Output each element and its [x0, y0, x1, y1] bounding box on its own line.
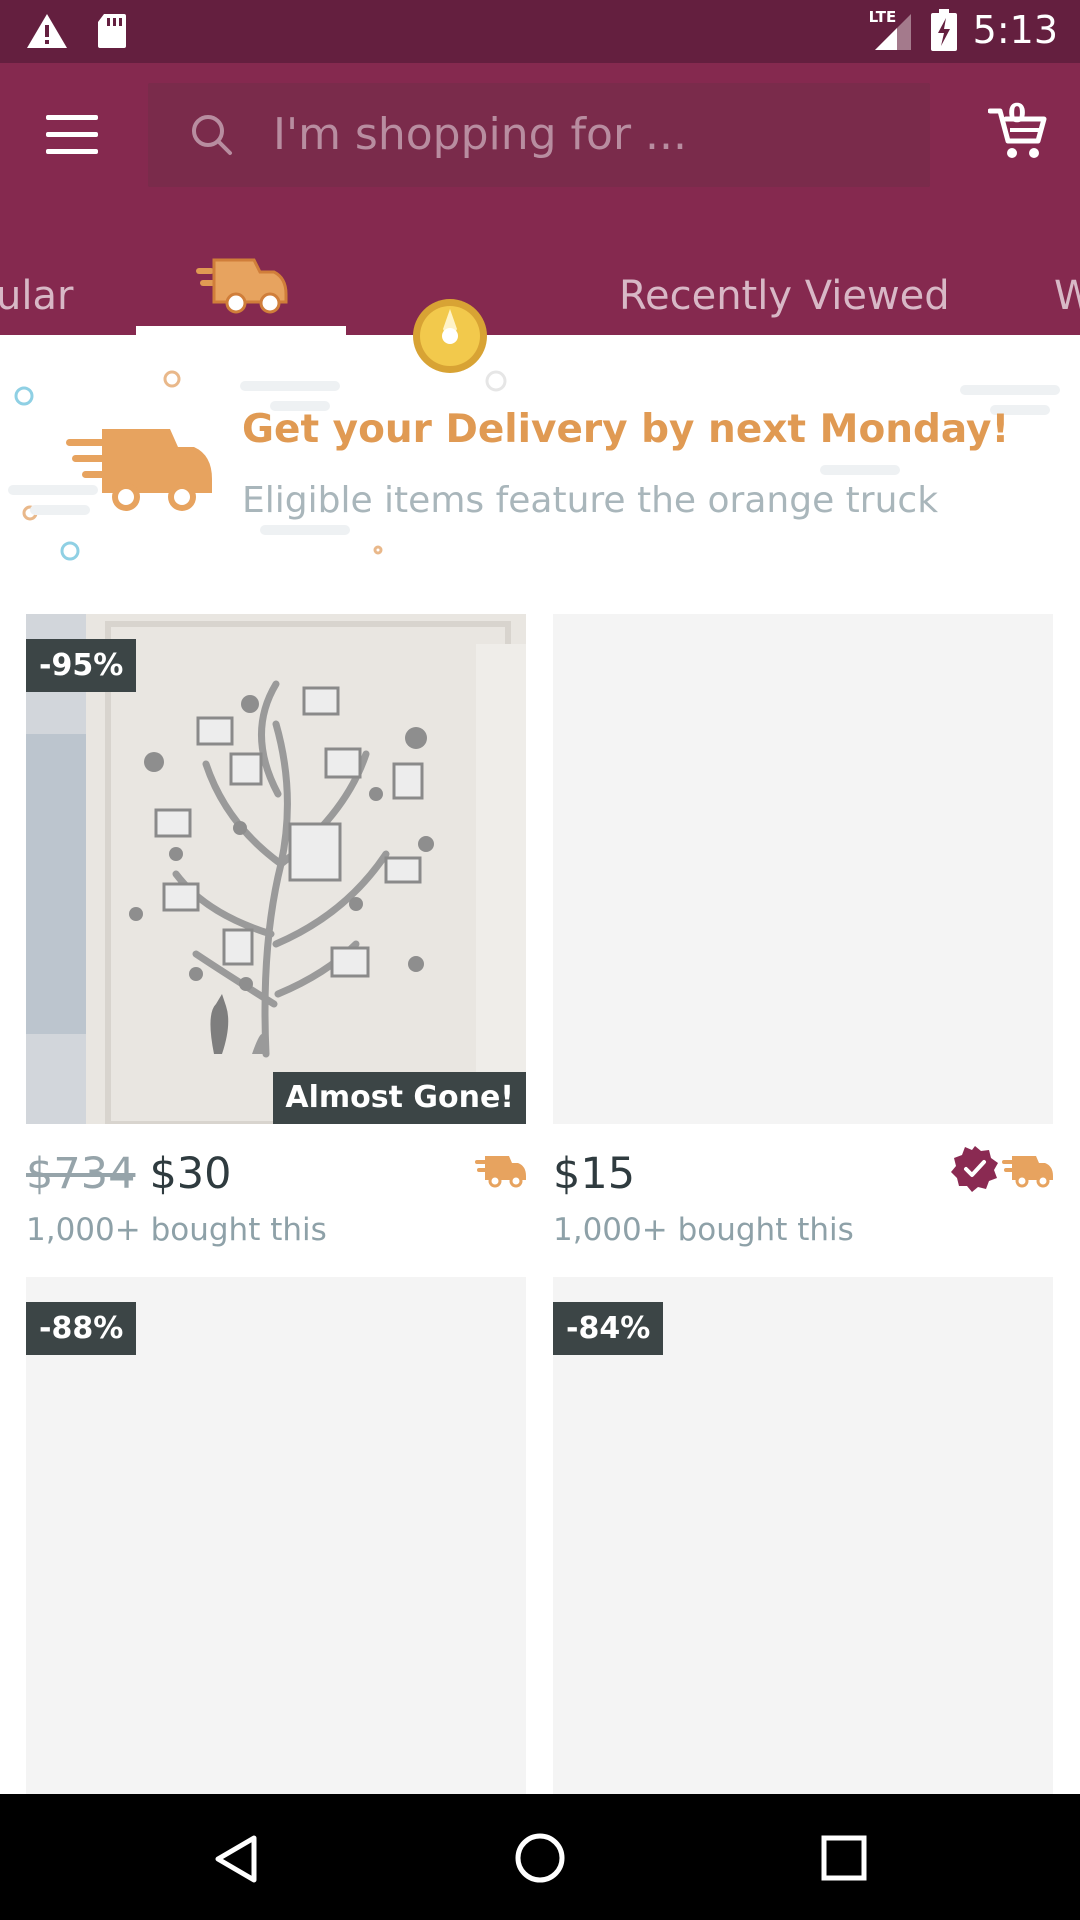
sale-price: $30: [149, 1149, 232, 1199]
search-bar[interactable]: I'm shopping for ...: [148, 83, 930, 187]
discount-badge: -88%: [26, 1302, 137, 1355]
almost-gone-badge: Almost Gone!: [273, 1072, 526, 1124]
search-input[interactable]: I'm shopping for ...: [273, 109, 687, 160]
recents-icon[interactable]: [820, 1834, 868, 1882]
discount-badge: -84%: [553, 1302, 664, 1355]
back-icon[interactable]: [212, 1834, 260, 1884]
tab-bar: ular Recently Viewed W: [0, 233, 1080, 373]
sd-card-icon: [98, 14, 126, 48]
verified-badge-icon: [951, 1146, 998, 1192]
delivery-truck-icon: [1002, 1156, 1053, 1188]
product-image[interactable]: -84%: [553, 1277, 1053, 1794]
product-image[interactable]: -95% Almost Gone!: [26, 614, 526, 1124]
tab-popular[interactable]: ular: [0, 273, 73, 319]
clock: 5:13: [972, 8, 1058, 52]
banner-title: Get your Delivery by next Monday!: [242, 407, 1010, 452]
price-row: $734 $30: [26, 1149, 232, 1199]
home-icon[interactable]: [514, 1832, 566, 1884]
cart-count: 0: [1008, 99, 1027, 129]
system-navigation-bar: [0, 1794, 1080, 1920]
product-card[interactable]: -95% Almost Gone! $734 $30 1,000+ bought …: [26, 614, 526, 1254]
delivery-truck-icon: [475, 1156, 526, 1188]
warning-icon: [27, 14, 67, 48]
product-image[interactable]: [553, 614, 1053, 1124]
sold-count: 1,000+ bought this: [26, 1212, 327, 1248]
tab-recently-viewed[interactable]: Recently Viewed: [619, 273, 950, 319]
tab-wishlist[interactable]: W: [1054, 273, 1080, 319]
sale-price: $15: [553, 1149, 636, 1199]
sold-count: 1,000+ bought this: [553, 1212, 854, 1248]
status-bar: LTE 5:13: [0, 0, 1080, 63]
banner-subtitle: Eligible items feature the orange truck: [242, 480, 939, 521]
search-icon: [192, 115, 232, 155]
discount-badge: -95%: [26, 639, 137, 692]
tab-delivery-truck-icon[interactable]: [196, 250, 288, 318]
product-card[interactable]: $15 1,000+ bought this: [553, 614, 1053, 1254]
original-price: $734: [26, 1149, 136, 1199]
delivery-banner[interactable]: Get your Delivery by next Monday! Eligib…: [0, 335, 1080, 585]
product-card[interactable]: -84%: [553, 1277, 1053, 1794]
signal-icon: LTE: [869, 8, 915, 52]
app-header: I'm shopping for ... 0 ular Recently Vie…: [0, 63, 1080, 373]
product-image[interactable]: -88%: [26, 1277, 526, 1794]
battery-charging-icon: [930, 9, 957, 51]
menu-icon[interactable]: [46, 115, 98, 155]
product-card[interactable]: -88%: [26, 1277, 526, 1794]
tab-selected-indicator: [136, 326, 346, 335]
price-row: $15: [553, 1149, 635, 1199]
delivery-truck-icon: [66, 429, 212, 511]
